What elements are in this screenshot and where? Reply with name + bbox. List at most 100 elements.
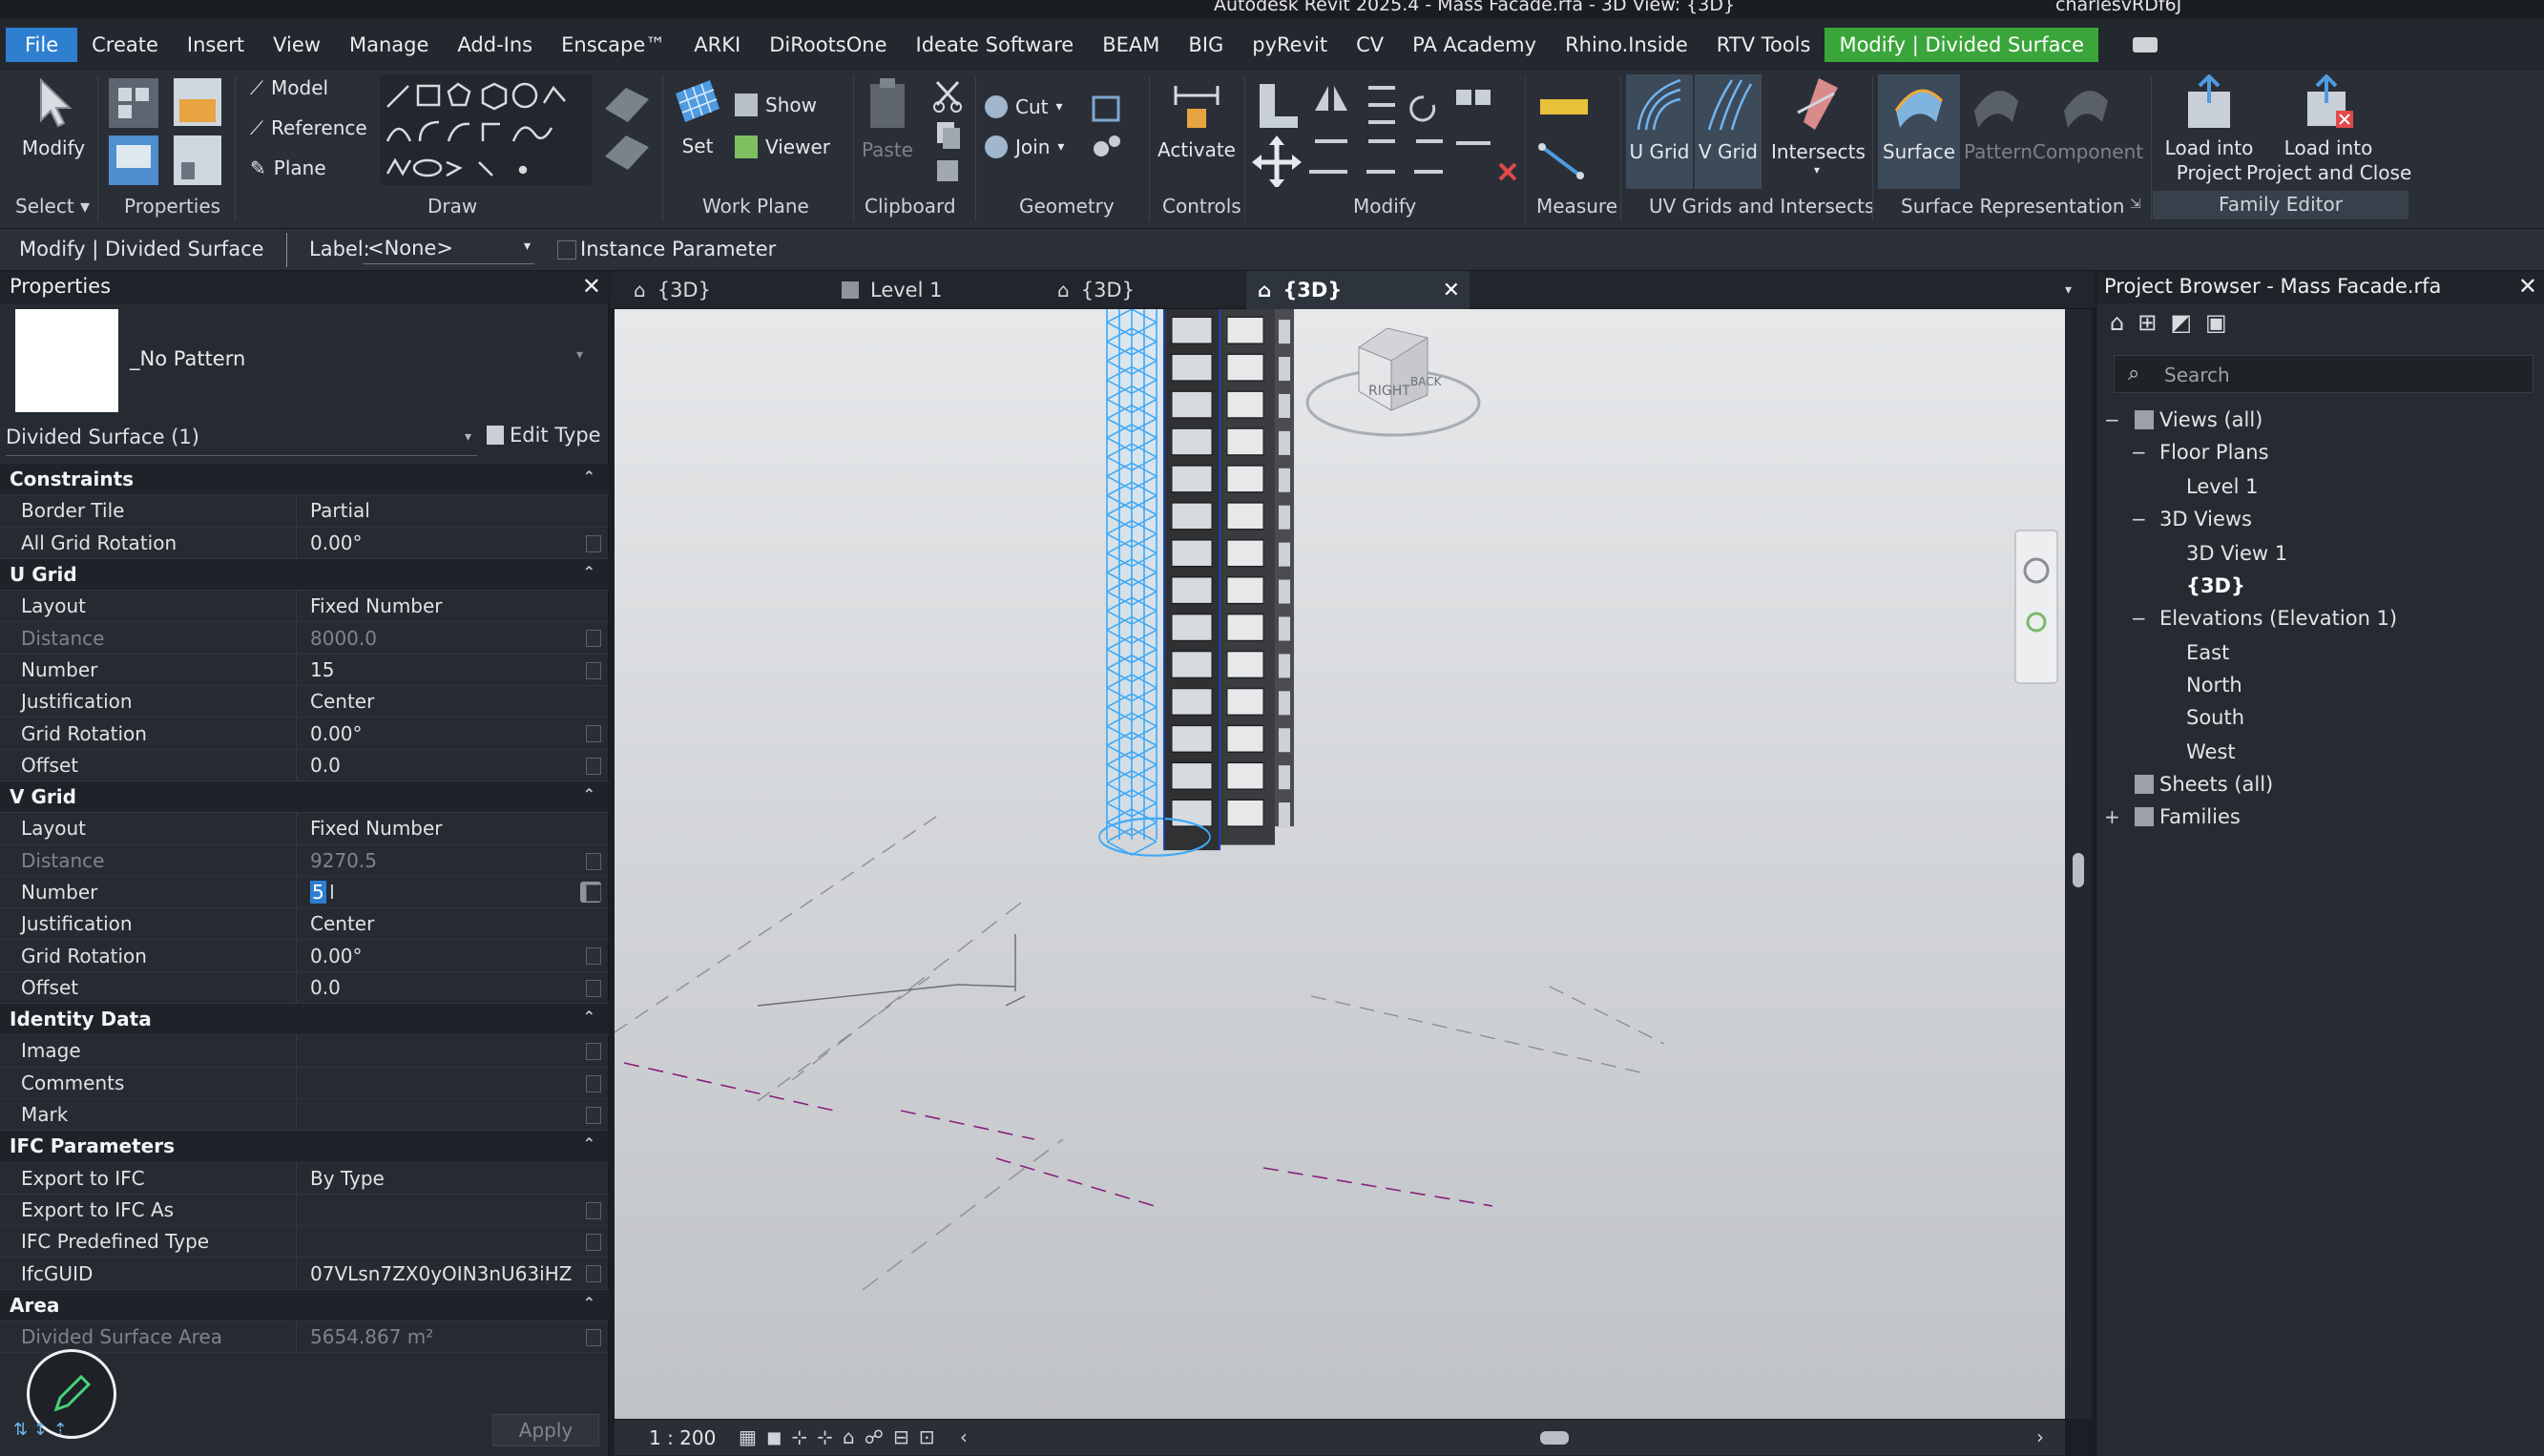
expand-families-icon[interactable]: +	[2104, 805, 2120, 828]
close-icon[interactable]: ✕	[2518, 273, 2537, 300]
prop-u-offset[interactable]: Offset 0.0	[0, 749, 609, 781]
3d-view-canvas[interactable]: RIGHT BACK	[615, 309, 2065, 1419]
instance-parameter-checkbox[interactable]	[557, 240, 576, 260]
tab-pa-academy[interactable]: PA Academy	[1398, 28, 1551, 62]
clipboard-small-tools[interactable]	[931, 76, 966, 187]
tree-3d-current[interactable]: {3D}	[2186, 574, 2245, 597]
prop-u-justification[interactable]: Justification Center	[0, 686, 609, 718]
group-constraints[interactable]: Constraints ⌃	[0, 464, 609, 496]
draw-extra-icons[interactable]	[597, 76, 657, 181]
collapse-elevations-icon[interactable]: −	[2131, 607, 2147, 630]
label-select[interactable]: <None> ▾	[363, 234, 534, 264]
group-area[interactable]: Area ⌃	[0, 1289, 609, 1322]
tab-overflow-icon[interactable]: ▾	[2065, 271, 2072, 309]
prop-v-layout[interactable]: Layout Fixed Number	[0, 813, 609, 845]
view-options-icon[interactable]	[2133, 37, 2158, 52]
instance-selector[interactable]: Divided Surface (1) ▾	[6, 422, 477, 456]
view-tab-3d-active[interactable]: ⌂ {3D} ✕	[1246, 271, 1470, 309]
prop-comments[interactable]: Comments	[0, 1067, 609, 1099]
prop-mark[interactable]: Mark	[0, 1098, 609, 1132]
reference-line-button[interactable]: ⟋ Reference	[250, 116, 367, 139]
tab-manage[interactable]: Manage	[335, 28, 443, 62]
tab-ideate[interactable]: Ideate Software	[902, 28, 1089, 62]
prop-border-tile[interactable]: Border Tile Partial	[0, 495, 609, 528]
close-tab-icon[interactable]: ✕	[1443, 279, 1460, 302]
prop-u-number[interactable]: Number 15	[0, 654, 609, 687]
user-name[interactable]: charlesvRDf6J	[2055, 0, 2181, 15]
tree-east[interactable]: East	[2186, 641, 2229, 664]
properties-help-icons[interactable]: ⇅ ↕ ⇡	[13, 1420, 68, 1440]
tab-create[interactable]: Create	[77, 28, 173, 62]
modify-tools-gallery[interactable]	[1252, 76, 1519, 187]
modify-button[interactable]: Modify	[13, 76, 94, 160]
collapse-floor-plans-icon[interactable]: −	[2131, 441, 2147, 464]
view-tab-3d-1[interactable]: ⌂ {3D}	[624, 271, 815, 309]
cut-button[interactable]: Cut ▾	[985, 95, 1063, 118]
prop-v-number[interactable]: Number5I▴▾	[0, 876, 609, 909]
viewport-vertical-scrollbar[interactable]	[2065, 309, 2092, 1419]
show-button[interactable]: Show	[735, 94, 817, 116]
draw-tools-gallery[interactable]	[380, 74, 592, 185]
tab-big[interactable]: BIG	[1174, 28, 1238, 62]
scroll-right-icon[interactable]: ›	[2036, 1425, 2044, 1448]
prop-v-grid-rotation[interactable]: Grid Rotation 0.00°	[0, 940, 609, 972]
view-tab-3d-2[interactable]: ⌂ {3D}	[1048, 271, 1239, 309]
scrollbar-thumb[interactable]	[2073, 853, 2084, 887]
tab-rtv-tools[interactable]: RTV Tools	[1702, 28, 1825, 62]
view-scale[interactable]: 1 : 200	[649, 1426, 716, 1449]
join-button[interactable]: Join ▾	[985, 135, 1064, 158]
view-control-icons[interactable]: ▦◼⊹⊹⌂☍⊟⊡ ‹	[739, 1425, 977, 1448]
tab-insert[interactable]: Insert	[173, 28, 259, 62]
tab-file[interactable]: File	[6, 28, 78, 62]
group-identity-data[interactable]: Identity Data ⌃	[0, 1004, 609, 1036]
tree-views-all[interactable]: Views (all)	[2135, 408, 2262, 431]
tree-floor-plans[interactable]: Floor Plans	[2159, 441, 2269, 464]
tree-west[interactable]: West	[2186, 740, 2236, 763]
collapse-3d-views-icon[interactable]: −	[2131, 508, 2147, 530]
surface-button[interactable]: Surface	[1878, 74, 1960, 189]
intersects-button[interactable]: Intersects ▾	[1771, 74, 1866, 176]
tree-3d-view-1[interactable]: 3D View 1	[2186, 542, 2287, 565]
tab-enscape[interactable]: Enscape™	[547, 28, 679, 62]
close-icon[interactable]: ✕	[582, 273, 601, 300]
set-button[interactable]: Set	[668, 76, 727, 158]
tab-beam[interactable]: BEAM	[1088, 28, 1174, 62]
load-into-project-and-close-button[interactable]: Load into Project and Close	[2246, 74, 2411, 185]
tab-cv[interactable]: CV	[1342, 28, 1398, 62]
geometry-extra-tools[interactable]	[1088, 92, 1136, 177]
prop-v-justification[interactable]: Justification Center	[0, 908, 609, 941]
prop-ifc-predefined-type[interactable]: IFC Predefined Type	[0, 1226, 609, 1258]
collapse-views-icon[interactable]: −	[2104, 408, 2120, 431]
viewer-button[interactable]: Viewer	[735, 135, 830, 158]
prop-export-to-ifc[interactable]: Export to IFC By Type	[0, 1162, 609, 1195]
prop-export-to-ifc-as[interactable]: Export to IFC As	[0, 1194, 609, 1227]
group-v-grid[interactable]: V Grid ⌃	[0, 780, 609, 814]
tree-elevations[interactable]: Elevations (Elevation 1)	[2159, 607, 2397, 630]
tab-add-ins[interactable]: Add-Ins	[443, 28, 547, 62]
view-tab-level-1[interactable]: Level 1	[832, 271, 1042, 309]
panel-launcher-icon[interactable]: ⇲	[2130, 197, 2141, 212]
tree-level-1[interactable]: Level 1	[2186, 475, 2258, 498]
tab-pyrevit[interactable]: pyRevit	[1238, 28, 1342, 62]
tree-families[interactable]: Families	[2135, 805, 2241, 828]
measure-tools[interactable]	[1533, 80, 1615, 185]
prop-all-grid-rotation[interactable]: All Grid Rotation 0.00°	[0, 527, 609, 559]
reference-plane-button[interactable]: ✎ Plane	[250, 156, 326, 179]
select-panel-label[interactable]: Select ▾	[15, 195, 90, 218]
tab-modify-divided-surface[interactable]: Modify | Divided Surface	[1825, 28, 2099, 62]
u-grid-button[interactable]: U Grid	[1626, 74, 1693, 189]
browser-toolbar-icons[interactable]: ⌂⊞◩▣	[2110, 309, 2241, 336]
group-ifc-parameters[interactable]: IFC Parameters ⌃	[0, 1131, 609, 1163]
tree-south[interactable]: South	[2186, 706, 2244, 729]
model-line-button[interactable]: ⟋ Model	[250, 76, 328, 99]
edit-type-button[interactable]: Edit Type	[487, 424, 601, 447]
group-u-grid[interactable]: U Grid ⌃	[0, 558, 609, 592]
tree-north[interactable]: North	[2186, 674, 2242, 697]
apply-button[interactable]: Apply	[492, 1414, 599, 1446]
tree-sheets-all[interactable]: Sheets (all)	[2135, 773, 2273, 796]
horizontal-scrollbar-thumb[interactable]	[1540, 1431, 1569, 1445]
properties-buttons[interactable]	[105, 74, 229, 189]
v-number-input[interactable]: 5I▴▾	[296, 876, 609, 908]
browser-search-input[interactable]: ⌕ Search	[2114, 355, 2534, 393]
prop-v-offset[interactable]: Offset 0.0	[0, 971, 609, 1005]
